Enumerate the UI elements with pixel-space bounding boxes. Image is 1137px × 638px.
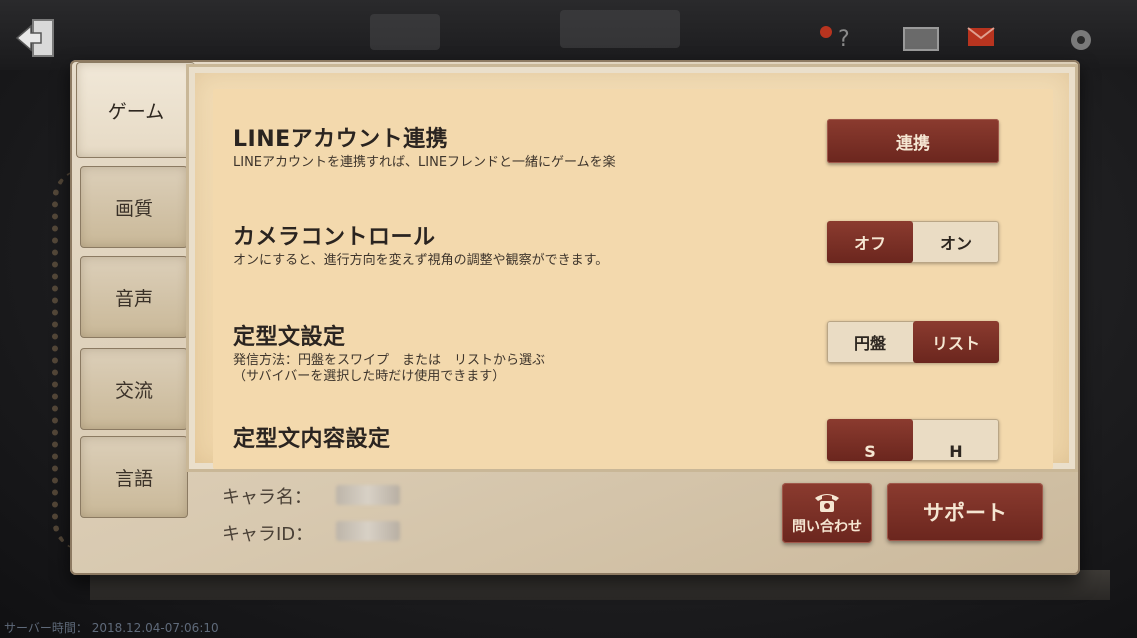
character-id-label: キャラID： [222, 524, 314, 545]
settings-content-panel: LINEアカウント連携 LINEアカウントを連携すれば、LINEフレンドと一緒に… [186, 64, 1078, 472]
gear-icon [1071, 30, 1091, 50]
mail-icon[interactable] [966, 22, 1000, 52]
character-name-value [336, 485, 400, 505]
monitor-icon [903, 27, 939, 51]
background-decoration [370, 14, 440, 50]
help-icon[interactable]: ? [818, 22, 852, 52]
exit-icon [15, 19, 54, 57]
svg-text:?: ? [838, 27, 850, 52]
character-id-value [336, 521, 400, 541]
exit-button[interactable] [12, 14, 62, 62]
screen-icon[interactable] [902, 22, 939, 52]
camera-on-option[interactable]: オン [913, 221, 999, 263]
support-button[interactable]: サポート [887, 483, 1043, 541]
server-time: サーバー時間： 2018.12.04-07:06:10 [4, 621, 219, 635]
contact-label: 問い合わせ [792, 519, 862, 535]
phrase-content-toggle[interactable]: S H [827, 419, 999, 461]
tab-social[interactable]: 交流 [80, 348, 188, 430]
telephone-icon [815, 494, 839, 512]
phrase-content-s-option[interactable]: S [827, 419, 913, 461]
phrase-wheel-option[interactable]: 円盤 [827, 321, 913, 363]
tab-sound[interactable]: 音声 [80, 256, 188, 338]
settings-icon[interactable] [1064, 22, 1098, 52]
camera-control-toggle[interactable]: オフ オン [827, 221, 999, 263]
camera-off-option[interactable]: オフ [827, 221, 913, 263]
phrase-mode-toggle[interactable]: 円盤 リスト [827, 321, 999, 363]
tab-language[interactable]: 言語 [80, 436, 188, 518]
background-decoration [560, 10, 680, 48]
help-icon-glyph: ? [820, 26, 850, 52]
envelope-icon [967, 27, 995, 46]
character-name-label: キャラ名： [222, 487, 312, 508]
phrase-list-option[interactable]: リスト [913, 321, 999, 363]
contact-button[interactable]: 問い合わせ [782, 483, 872, 543]
phrase-content-h-option[interactable]: H [913, 419, 999, 461]
tab-graphics[interactable]: 画質 [80, 166, 188, 248]
line-link-button[interactable]: 連携 [827, 119, 999, 163]
tab-game[interactable]: ゲーム [76, 62, 195, 158]
